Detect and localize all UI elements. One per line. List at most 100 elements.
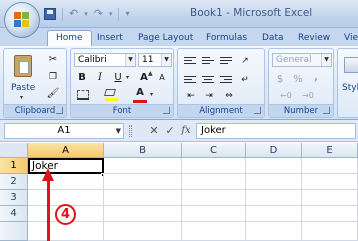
- merge-center-icon[interactable]: ⇔: [222, 89, 236, 103]
- shrink-font-button[interactable]: A: [155, 71, 169, 85]
- customize-icon[interactable]: ▾: [125, 8, 129, 20]
- bold-button[interactable]: B: [75, 71, 89, 85]
- row-header-3[interactable]: 3: [0, 190, 28, 206]
- column-header-e[interactable]: E: [302, 143, 358, 158]
- currency-button[interactable]: $: [273, 73, 287, 87]
- enter-icon[interactable]: ✓: [163, 123, 177, 139]
- comma-button[interactable]: ,: [309, 71, 323, 85]
- decrease-decimal-icon[interactable]: →0: [301, 89, 315, 103]
- increase-indent-icon[interactable]: ⇥: [202, 89, 216, 103]
- border-icon[interactable]: [77, 90, 89, 100]
- chevron-down-icon[interactable]: ▼: [116, 124, 121, 138]
- cell-b2[interactable]: [104, 174, 182, 190]
- align-left-icon[interactable]: [184, 76, 196, 86]
- dropdown-arrow-icon[interactable]: ▾: [109, 8, 113, 20]
- wrap-text-icon[interactable]: ↵: [238, 73, 252, 87]
- percent-button[interactable]: %: [291, 73, 305, 87]
- cell-b1[interactable]: [104, 158, 182, 174]
- paste-icon[interactable]: [14, 55, 32, 77]
- font-size-select[interactable]: 11 ▼: [138, 53, 172, 67]
- align-top-icon[interactable]: [184, 57, 196, 67]
- cell-e4[interactable]: [302, 206, 358, 222]
- cell-e2[interactable]: [302, 174, 358, 190]
- dialog-launcher-icon[interactable]: [163, 107, 170, 114]
- format-painter-icon[interactable]: 🖌: [46, 87, 60, 101]
- cell-c3[interactable]: [182, 190, 246, 206]
- column-header-a[interactable]: A: [28, 143, 104, 158]
- row-header-5[interactable]: [0, 222, 28, 241]
- align-bottom-icon[interactable]: [220, 57, 232, 67]
- cell-c4[interactable]: [182, 206, 246, 222]
- dialog-launcher-icon[interactable]: [56, 107, 63, 114]
- cell-a2[interactable]: [28, 174, 104, 190]
- italic-button[interactable]: I: [93, 71, 107, 85]
- cell-e5[interactable]: [302, 222, 358, 241]
- styles-icon[interactable]: [344, 57, 358, 73]
- row-header-4[interactable]: 4: [0, 206, 28, 222]
- styles-label[interactable]: Styl: [342, 83, 358, 93]
- number-format-select[interactable]: General ▼: [272, 53, 332, 67]
- cell-d3[interactable]: [246, 190, 302, 206]
- chevron-down-icon[interactable]: ▼: [321, 54, 331, 66]
- tab-formulas[interactable]: Formulas: [206, 31, 247, 46]
- redo-icon[interactable]: ↷: [94, 8, 103, 20]
- align-right-icon[interactable]: [220, 76, 232, 86]
- select-all-corner[interactable]: [0, 143, 28, 158]
- dialog-launcher-icon[interactable]: [254, 107, 261, 114]
- tab-review[interactable]: Review: [298, 31, 330, 46]
- align-middle-icon[interactable]: [202, 57, 214, 67]
- cell-c5[interactable]: [182, 222, 246, 241]
- column-header-d[interactable]: D: [246, 143, 302, 158]
- paste-button-label[interactable]: Paste: [11, 83, 35, 93]
- formula-input[interactable]: Joker: [196, 123, 356, 139]
- cancel-icon[interactable]: ✕: [147, 123, 161, 139]
- underline-button[interactable]: U: [111, 71, 125, 85]
- cell-b4[interactable]: [104, 206, 182, 222]
- chevron-down-icon[interactable]: ▼: [125, 54, 135, 66]
- cell-b5[interactable]: [104, 222, 182, 241]
- cell-e1[interactable]: [302, 158, 358, 174]
- cell-d5[interactable]: [246, 222, 302, 241]
- increase-decimal-icon[interactable]: ←0: [279, 89, 293, 103]
- tab-insert[interactable]: Insert: [97, 31, 123, 46]
- save-icon[interactable]: [44, 8, 56, 20]
- dropdown-arrow-icon[interactable]: ▾: [20, 94, 23, 101]
- copy-icon[interactable]: ❐: [46, 70, 60, 84]
- cell-d4[interactable]: [246, 206, 302, 222]
- cut-icon[interactable]: ✂: [46, 53, 60, 67]
- dropdown-arrow-icon[interactable]: ▾: [150, 91, 153, 98]
- tab-view[interactable]: Vie: [344, 31, 358, 46]
- row-header-2[interactable]: 2: [0, 174, 28, 190]
- row-header-1[interactable]: 1: [0, 158, 28, 174]
- clipboard-group: Paste ▾ ✂ ❐ 🖌 Clipboard: [3, 48, 67, 118]
- align-center-icon[interactable]: [202, 76, 214, 86]
- tab-data[interactable]: Data: [262, 31, 284, 46]
- office-button[interactable]: [4, 2, 40, 38]
- cell-a1[interactable]: Joker: [28, 158, 104, 174]
- undo-icon[interactable]: ↶: [69, 8, 78, 20]
- column-header-c[interactable]: C: [182, 143, 246, 158]
- cell-e3[interactable]: [302, 190, 358, 206]
- dialog-launcher-icon[interactable]: [323, 107, 330, 114]
- cell-c1[interactable]: [182, 158, 246, 174]
- font-name-select[interactable]: Calibri ▼: [74, 53, 136, 67]
- decrease-indent-icon[interactable]: ⇤: [184, 89, 198, 103]
- styles-group: Styl: [337, 48, 358, 118]
- font-color-button[interactable]: A: [133, 86, 147, 100]
- chevron-down-icon[interactable]: ▼: [161, 54, 171, 66]
- tab-home[interactable]: Home: [47, 30, 92, 47]
- tab-page-layout[interactable]: Page Layout: [138, 31, 193, 46]
- dropdown-arrow-icon[interactable]: ▾: [84, 8, 88, 20]
- insert-function-button[interactable]: fx: [179, 123, 193, 139]
- dropdown-arrow-icon[interactable]: ▾: [126, 74, 129, 81]
- orientation-icon[interactable]: ↗: [238, 54, 252, 68]
- cell-c2[interactable]: [182, 174, 246, 190]
- cell-b3[interactable]: [104, 190, 182, 206]
- number-group: General ▼ $ % , ←0 →0 Number: [268, 48, 334, 118]
- cell-d2[interactable]: [246, 174, 302, 190]
- column-header-b[interactable]: B: [104, 143, 182, 158]
- formula-bar: A1 ▼ ✕ ✓ fx Joker: [0, 120, 358, 142]
- cell-d1[interactable]: [246, 158, 302, 174]
- fill-color-icon[interactable]: [104, 89, 118, 101]
- name-box[interactable]: A1 ▼: [4, 123, 124, 139]
